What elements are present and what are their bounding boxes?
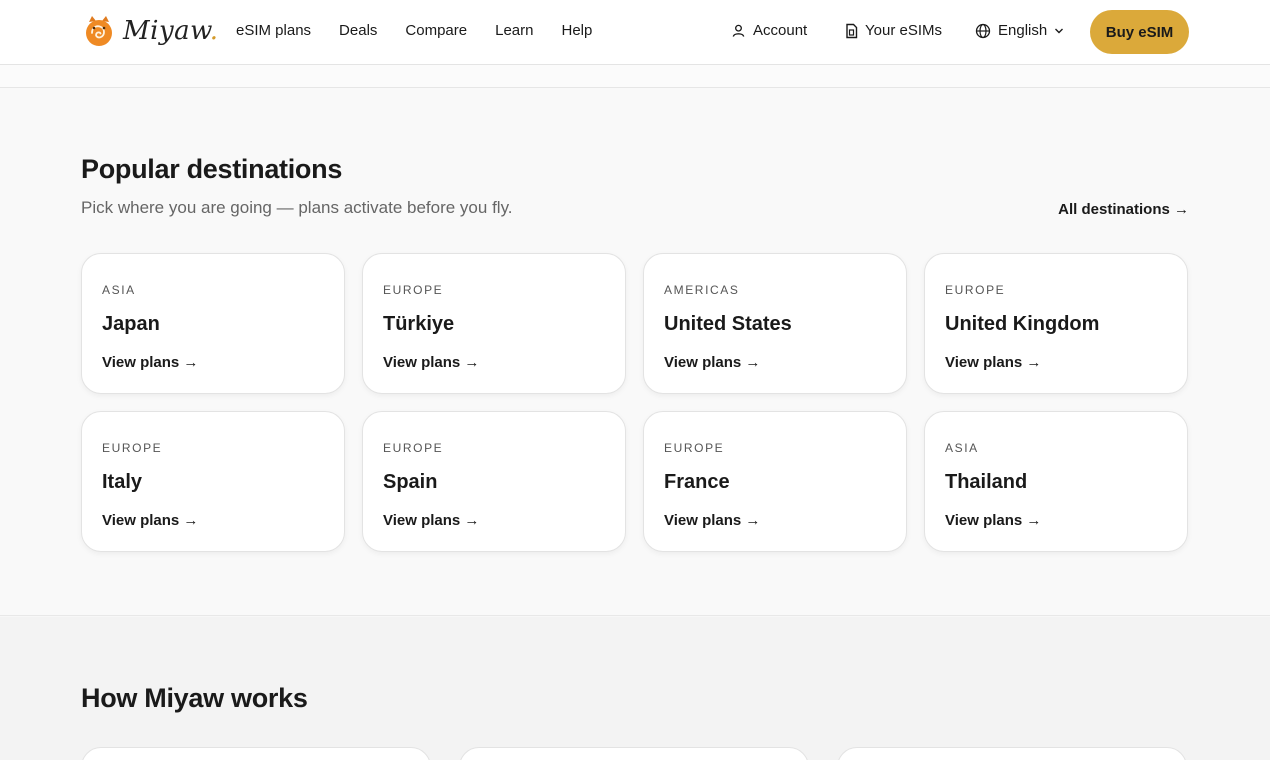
destination-card[interactable]: AMERICAS United States View plans → [643, 253, 907, 394]
card-country: Japan [102, 313, 160, 335]
destination-card[interactable]: EUROPE France View plans → [643, 411, 907, 552]
view-plans-link[interactable]: View plans → [945, 512, 1041, 529]
view-plans-link[interactable]: View plans → [383, 512, 479, 529]
destination-card[interactable]: EUROPE United Kingdom View plans → [924, 253, 1188, 394]
chevron-down-icon [1055, 28, 1064, 33]
nav-deals[interactable]: Deals [339, 22, 377, 39]
view-plans-link[interactable]: View plans → [102, 354, 198, 371]
globe-icon [975, 23, 991, 38]
nav-learn[interactable]: Learn [495, 22, 533, 39]
brand-name: Miyaw. [123, 16, 219, 46]
destination-card[interactable]: EUROPE Italy View plans → [81, 411, 345, 552]
account-link[interactable]: Account [731, 22, 807, 39]
card-region: ASIA [102, 283, 136, 297]
card-country: Spain [383, 471, 438, 493]
main-nav: eSIM plans Deals Compare Learn Help [236, 22, 592, 39]
language-label: English [998, 22, 1048, 39]
view-plans-link[interactable]: View plans → [664, 354, 760, 371]
how-step-card [459, 747, 809, 760]
card-region: EUROPE [383, 283, 444, 297]
destination-card[interactable]: ASIA Japan View plans → [81, 253, 345, 394]
view-plans-link[interactable]: View plans → [383, 354, 479, 371]
card-country: Italy [102, 471, 143, 493]
all-destinations-link[interactable]: All destinations → [1058, 201, 1189, 218]
how-step-card [837, 747, 1187, 760]
destination-card[interactable]: ASIA Thailand View plans → [924, 411, 1188, 552]
section-title: Popular destinations [81, 154, 343, 184]
site-header: Miyaw. eSIM plans Deals Compare Learn He… [0, 0, 1270, 65]
account-label: Account [753, 22, 808, 39]
buy-esim-button[interactable]: Buy eSIM [1090, 10, 1189, 54]
card-country: Türkiye [383, 313, 455, 335]
nav-help[interactable]: Help [561, 22, 592, 39]
how-it-works-title: How Miyaw works [81, 683, 308, 713]
card-country: Thailand [945, 471, 1028, 493]
language-select[interactable]: English [975, 22, 1064, 39]
card-region: EUROPE [945, 283, 1006, 297]
destination-grid: ASIA Japan View plans → EUROPE Türkiye V… [81, 253, 1189, 552]
header-strip [0, 65, 1270, 88]
destination-card[interactable]: EUROPE Türkiye View plans → [362, 253, 626, 394]
your-esims-link[interactable]: Your eSIMs [845, 22, 942, 39]
sim-card-icon [846, 23, 858, 38]
card-region: AMERICAS [664, 283, 740, 297]
user-icon [732, 24, 745, 37]
card-country: France [664, 471, 730, 493]
card-region: EUROPE [102, 441, 163, 455]
card-country: United Kingdom [945, 313, 1100, 335]
card-country: United States [664, 313, 792, 335]
section-subtitle: Pick where you are going — plans activat… [81, 198, 513, 217]
nav-compare[interactable]: Compare [405, 22, 467, 39]
card-region: EUROPE [664, 441, 725, 455]
how-step-card [81, 747, 431, 760]
brand-logo[interactable]: Miyaw. [83, 14, 219, 48]
view-plans-link[interactable]: View plans → [664, 512, 760, 529]
esims-label: Your eSIMs [865, 22, 942, 39]
card-region: ASIA [945, 441, 979, 455]
view-plans-link[interactable]: View plans → [945, 354, 1041, 371]
nav-esim-plans[interactable]: eSIM plans [236, 22, 311, 39]
cat-logo-icon [86, 16, 112, 46]
view-plans-link[interactable]: View plans → [102, 512, 198, 529]
destination-card[interactable]: EUROPE Spain View plans → [362, 411, 626, 552]
card-region: EUROPE [383, 441, 444, 455]
